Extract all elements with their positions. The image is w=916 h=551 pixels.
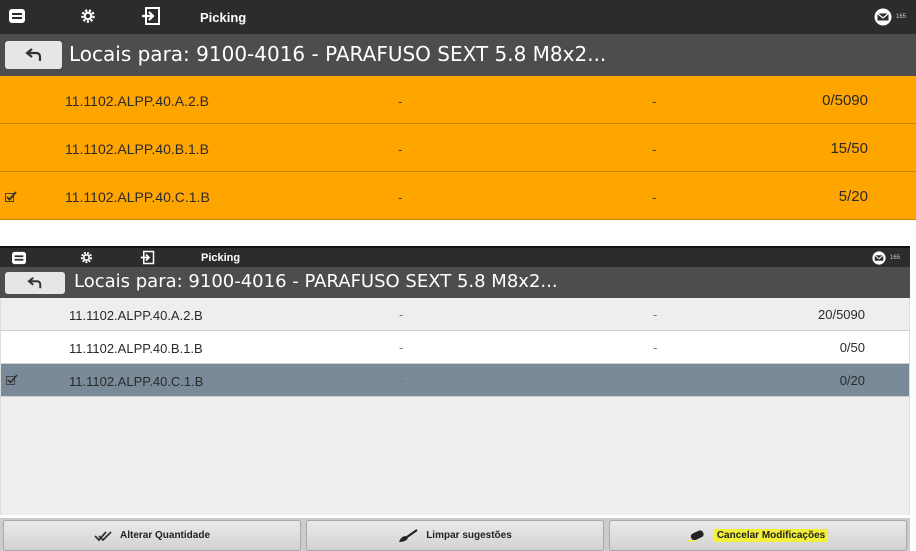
location-col3: - (652, 189, 657, 205)
settings-gear-icon[interactable] (79, 250, 94, 265)
location-row-selected[interactable]: 11.1102.ALPP.40.C.1.B - - 0/20 (0, 364, 910, 397)
location-col2: - (398, 189, 403, 205)
location-col3: - (652, 93, 657, 109)
app-title: Picking (201, 252, 241, 264)
double-check-icon (94, 530, 112, 541)
location-col2: - (399, 373, 404, 388)
envelope-icon (872, 250, 886, 265)
app-title: Picking (200, 10, 247, 25)
location-col2: - (398, 141, 403, 157)
location-list: 11.1102.ALPP.40.A.2.B - - 20/5090 11.110… (0, 298, 910, 515)
location-col2: - (399, 340, 404, 355)
location-col2: - (399, 307, 404, 322)
menu-list-icon[interactable] (8, 7, 26, 25)
page-title: Locais para: 9100-4016 - PARAFUSO SEXT 5… (69, 42, 607, 66)
location-col3: - (653, 340, 658, 355)
location-code: 11.1102.ALPP.40.B.1.B (69, 341, 203, 356)
limpar-sugestoes-label: Limpar sugestões (426, 530, 512, 541)
cancelar-modificacoes-label: Cancelar Modificações (713, 529, 829, 542)
message-count-badge: 165 (895, 14, 906, 20)
picking-screen-before: Picking 165 Locais para: 9100-4016 - PAR… (0, 0, 916, 222)
settings-gear-icon[interactable] (79, 7, 97, 25)
location-code: 11.1102.ALPP.40.B.1.B (65, 141, 210, 157)
location-code: 11.1102.ALPP.40.C.1.B (69, 374, 204, 389)
location-row[interactable]: 11.1102.ALPP.40.B.1.B - - 0/50 (0, 331, 910, 364)
eraser-icon (687, 529, 704, 541)
menu-list-icon[interactable] (11, 251, 27, 265)
limpar-sugestoes-button[interactable]: Limpar sugestões (306, 520, 604, 551)
location-col2: - (398, 93, 403, 109)
location-quantity: 0/50 (839, 340, 865, 355)
cancelar-modificacoes-button[interactable]: Cancelar Modificações (609, 520, 907, 551)
brush-icon (399, 528, 418, 542)
alterar-quantidade-label: Alterar Quantidade (119, 530, 211, 541)
checked-icon (6, 374, 18, 385)
login-enter-icon[interactable] (140, 250, 155, 265)
location-row[interactable]: 11.1102.ALPP.40.C.1.B - - 5/20 (0, 172, 916, 220)
top-toolbar: Picking 165 (0, 246, 910, 267)
location-row[interactable]: 11.1102.ALPP.40.A.2.B - - 0/5090 (0, 76, 916, 124)
back-button[interactable] (5, 41, 62, 69)
action-bar: Alterar Quantidade Limpar sugestões Canc… (0, 518, 910, 551)
location-col3: - (652, 141, 657, 157)
login-enter-icon[interactable] (141, 6, 161, 26)
location-code: 11.1102.ALPP.40.A.2.B (65, 93, 210, 109)
messages-indicator[interactable]: 165 (871, 248, 900, 267)
messages-indicator[interactable]: 165 (873, 0, 906, 34)
location-quantity: 20/5090 (818, 307, 865, 322)
top-toolbar: Picking 165 (0, 0, 916, 34)
location-row[interactable]: 11.1102.ALPP.40.B.1.B - - 15/50 (0, 124, 916, 172)
list-empty-area (0, 397, 910, 515)
message-count-badge: 165 (889, 254, 900, 261)
location-quantity: 0/5090 (822, 92, 868, 109)
location-quantity: 15/50 (830, 140, 868, 157)
page-title: Locais para: 9100-4016 - PARAFUSO SEXT 5… (74, 271, 558, 292)
location-code: 11.1102.ALPP.40.A.2.B (69, 308, 203, 323)
location-quantity: 0/20 (839, 373, 865, 388)
location-row[interactable]: 11.1102.ALPP.40.A.2.B - - 20/5090 (0, 298, 910, 331)
location-col3: - (653, 373, 658, 388)
picking-screen-after: Picking 165 Locais para: 9100-4016 - PAR… (0, 246, 910, 551)
back-button[interactable] (5, 272, 65, 294)
page-header: Locais para: 9100-4016 - PARAFUSO SEXT 5… (0, 267, 910, 298)
location-code: 11.1102.ALPP.40.C.1.B (65, 189, 210, 205)
back-arrow-icon (27, 276, 42, 289)
back-arrow-icon (24, 48, 41, 61)
page-header: Locais para: 9100-4016 - PARAFUSO SEXT 5… (0, 34, 916, 76)
envelope-icon (874, 8, 892, 26)
location-list: 11.1102.ALPP.40.A.2.B - - 0/5090 11.1102… (0, 76, 916, 220)
location-col3: - (653, 307, 658, 322)
location-quantity: 5/20 (838, 188, 868, 205)
checked-icon (5, 191, 17, 202)
alterar-quantidade-button[interactable]: Alterar Quantidade (3, 520, 301, 551)
